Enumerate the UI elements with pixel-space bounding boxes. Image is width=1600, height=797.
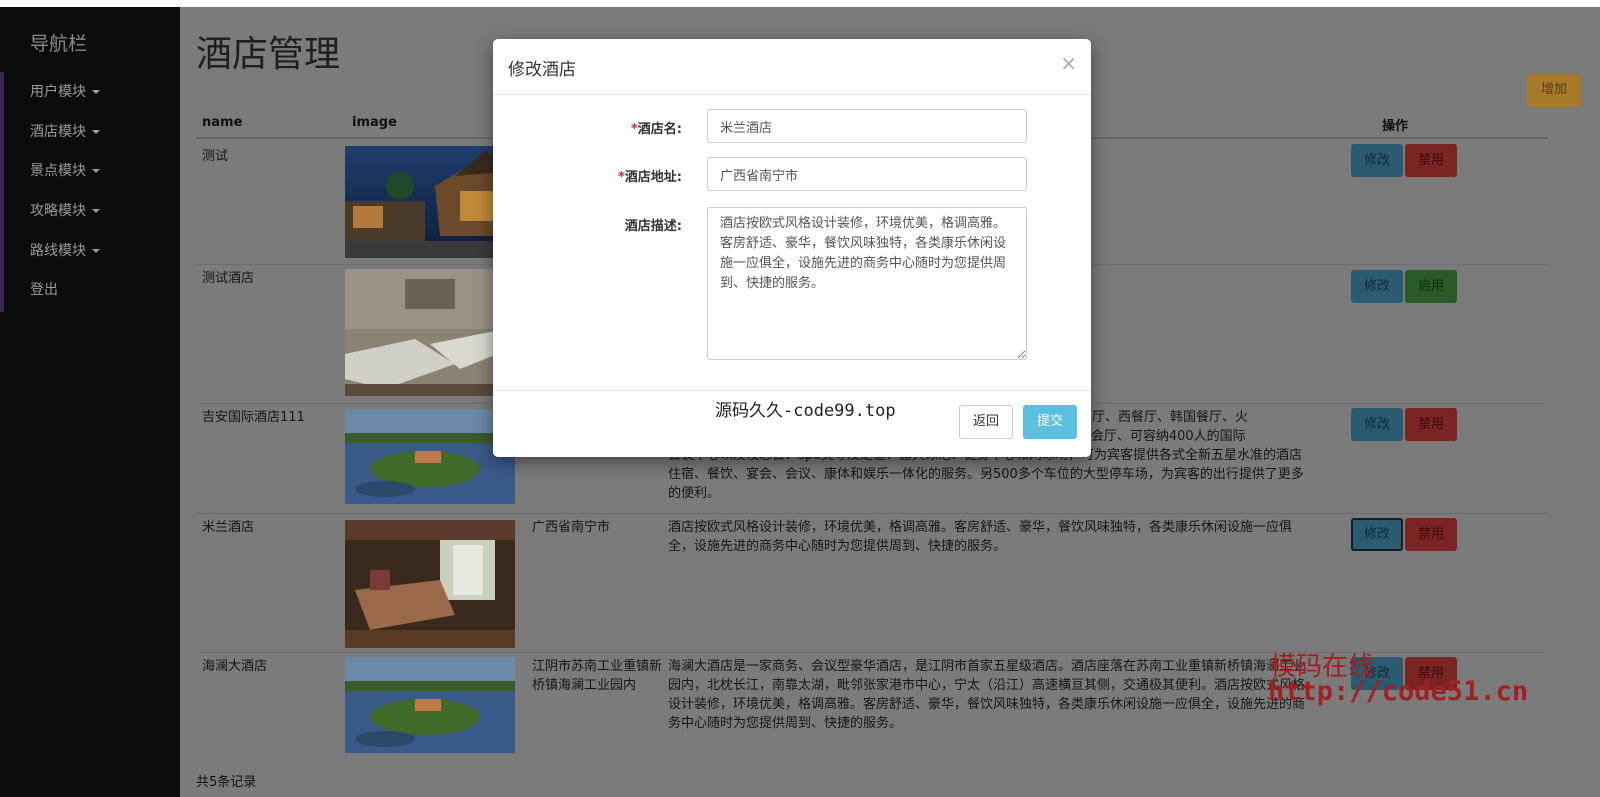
edit-button[interactable]: 修改 bbox=[1351, 408, 1403, 441]
close-icon[interactable]: × bbox=[1060, 51, 1077, 75]
hotel-description: 酒店按欧式风格设计装修，环境优美，格调高雅。客房舒适、豪华，餐饮风味独特，各类康… bbox=[668, 518, 1348, 556]
hotel-description-label: 酒店描述: bbox=[624, 219, 682, 234]
address-line: 桥镇海澜工业园内 bbox=[532, 678, 637, 693]
description-line: 住宿、餐饮、宴会、会议、康体和娱乐一体化的服务。另500多个车位的大型停车场，为… bbox=[668, 467, 1304, 482]
hotel-name: 吉安国际酒店111 bbox=[202, 410, 305, 425]
modal-footer: 源码久久-code99.top 返回 提交 bbox=[493, 390, 1091, 457]
column-header-name: name bbox=[202, 115, 243, 130]
column-header-actions: 操作 bbox=[1382, 119, 1409, 134]
hotel-description-textarea[interactable]: 酒店按欧式风格设计装修，环境优美，格调高雅。客房舒适、豪华，餐饮风味独特，各类康… bbox=[707, 207, 1027, 360]
sidebar-item-users[interactable]: 用户模块 bbox=[30, 81, 100, 101]
sidebar-item-logout[interactable]: 登出 bbox=[30, 279, 58, 299]
description-line: 园内，北枕长江，南靠太湖，毗邻张家港市中心，宁太（沿江）高速横亘其侧，交通极其便… bbox=[668, 678, 1306, 693]
sidebar-item-label: 路线模块 bbox=[30, 243, 86, 259]
required-mark: * bbox=[630, 122, 638, 137]
address-line: 江阴市苏南工业重镇新 bbox=[532, 659, 663, 674]
watermark-url: http://code51.cn bbox=[1268, 676, 1529, 707]
sidebar-item-label: 酒店模块 bbox=[30, 124, 86, 140]
edit-button[interactable]: 修改 bbox=[1351, 270, 1403, 303]
hotel-address-label: *酒店地址: bbox=[618, 166, 682, 185]
hotel-name: 测试 bbox=[202, 149, 229, 164]
caret-down-icon bbox=[92, 169, 100, 173]
description-line: 海澜大酒店是一家商务、会议型豪华酒店，是江阴市首家五星级酒店。酒店座落在苏南工业… bbox=[668, 659, 1306, 674]
caret-down-icon bbox=[92, 209, 100, 213]
description-line: 务中心随时为您提供周到、快捷的服务。 bbox=[668, 716, 903, 731]
sidebar-item-label: 登出 bbox=[30, 282, 58, 298]
hotel-image bbox=[345, 657, 515, 753]
disable-button[interactable]: 禁用 bbox=[1405, 144, 1457, 177]
sidebar: 导航栏 用户模块 酒店模块 景点模块 攻略模块 路线模块 登出 bbox=[0, 7, 180, 797]
column-header-image: image bbox=[352, 115, 397, 130]
hotel-name-input[interactable] bbox=[707, 109, 1027, 143]
sidebar-accent-bar bbox=[0, 72, 4, 312]
sidebar-item-hotels[interactable]: 酒店模块 bbox=[30, 121, 100, 141]
hotel-image bbox=[345, 409, 515, 504]
sidebar-item-attractions[interactable]: 景点模块 bbox=[30, 160, 100, 180]
description-line: 的便利。 bbox=[668, 486, 721, 501]
page-title: 酒店管理 bbox=[196, 34, 341, 75]
required-mark: * bbox=[617, 170, 625, 185]
caret-down-icon bbox=[92, 249, 100, 253]
modal-title: 修改酒店 bbox=[508, 60, 576, 80]
record-count: 共5条记录 bbox=[196, 775, 257, 790]
caret-down-icon bbox=[92, 90, 100, 94]
hotel-name-label: *酒店名: bbox=[631, 118, 682, 137]
sidebar-item-label: 用户模块 bbox=[30, 84, 86, 100]
sidebar-item-routes[interactable]: 路线模块 bbox=[30, 240, 100, 260]
hotel-name: 测试酒店 bbox=[202, 271, 255, 286]
edit-button[interactable]: 修改 bbox=[1351, 144, 1403, 177]
hotel-image bbox=[345, 269, 515, 396]
back-button[interactable]: 返回 bbox=[959, 405, 1013, 439]
hotel-name-label-text: 酒店名: bbox=[637, 122, 682, 137]
hotel-address: 广西省南宁市 bbox=[532, 520, 611, 535]
disable-button[interactable]: 禁用 bbox=[1405, 518, 1457, 551]
description-line: 设计装修，环境优美，格调高雅。客房舒适、豪华，餐饮风味独特，各类康乐休闲设施一应… bbox=[668, 697, 1306, 712]
hotel-address: 江阴市苏南工业重镇新 桥镇海澜工业园内 bbox=[532, 657, 672, 695]
window-top-strip bbox=[0, 0, 1600, 7]
description-line: 全，设施先进的商务中心随时为您提供周到、快捷的服务。 bbox=[668, 539, 1007, 554]
footer-watermark: 源码久久-code99.top bbox=[715, 401, 896, 421]
enable-button[interactable]: 启用 bbox=[1405, 270, 1457, 303]
add-hotel-button[interactable]: 增加 bbox=[1527, 74, 1581, 107]
description-line: 酒店按欧式风格设计装修，环境优美，格调高雅。客房舒适、豪华，餐饮风味独特，各类康… bbox=[668, 520, 1293, 535]
sidebar-item-guides[interactable]: 攻略模块 bbox=[30, 200, 100, 220]
row-divider bbox=[196, 513, 1548, 514]
hotel-image bbox=[345, 520, 515, 648]
hotel-address-input[interactable] bbox=[707, 157, 1027, 191]
hotel-address-label-text: 酒店地址: bbox=[624, 170, 682, 185]
sidebar-item-label: 攻略模块 bbox=[30, 203, 86, 219]
sidebar-item-label: 景点模块 bbox=[30, 163, 86, 179]
modal-header: 修改酒店 × bbox=[493, 39, 1091, 95]
hotel-description: 海澜大酒店是一家商务、会议型豪华酒店，是江阴市首家五星级酒店。酒店座落在苏南工业… bbox=[668, 657, 1348, 733]
disable-button[interactable]: 禁用 bbox=[1405, 408, 1457, 441]
hotel-name: 米兰酒店 bbox=[202, 520, 255, 535]
hotel-name: 海澜大酒店 bbox=[202, 659, 268, 674]
caret-down-icon bbox=[92, 130, 100, 134]
hotel-image bbox=[345, 146, 515, 258]
edit-button[interactable]: 修改 bbox=[1351, 518, 1403, 551]
edit-hotel-modal: 修改酒店 × *酒店名: *酒店地址: 酒店描述: 酒店按欧式风格设计装修，环境… bbox=[493, 39, 1091, 457]
submit-button[interactable]: 提交 bbox=[1023, 405, 1077, 439]
sidebar-brand: 导航栏 bbox=[30, 33, 88, 55]
